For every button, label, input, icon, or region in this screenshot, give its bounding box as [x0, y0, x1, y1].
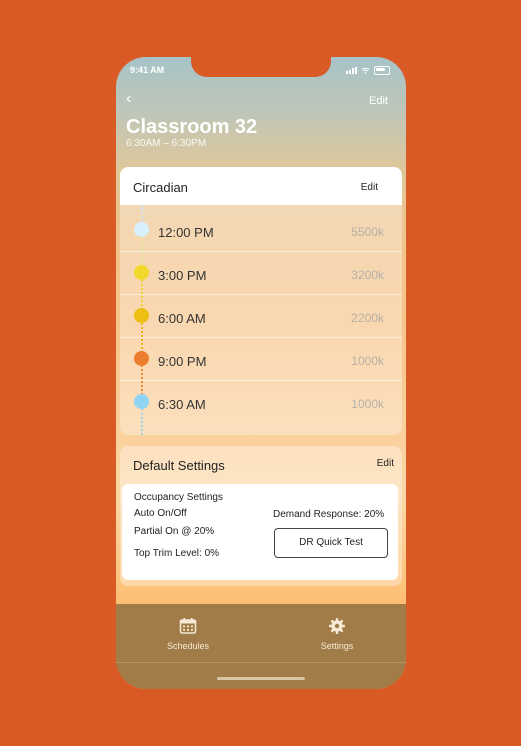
- color-dot: [134, 394, 149, 409]
- auto-on-off: Auto On/Off: [134, 508, 187, 519]
- occupancy-title: Occupancy Settings: [134, 492, 223, 503]
- tab-settings-label: Settings: [320, 641, 354, 651]
- page-subtitle: 6:30AM – 6:30PM: [126, 138, 207, 149]
- circadian-row[interactable]: 6:30 AM 1000k: [120, 380, 402, 423]
- calendar-icon: [179, 618, 197, 634]
- circadian-row[interactable]: 12:00 PM 5500k: [120, 208, 402, 252]
- row-value: 1000k: [351, 354, 384, 368]
- status-icons: [346, 66, 390, 75]
- row-value: 3200k: [351, 268, 384, 282]
- header-edit-button[interactable]: Edit: [369, 95, 388, 107]
- row-value: 5500k: [351, 225, 384, 239]
- tab-bar-divider: [116, 662, 406, 663]
- page-title: Classroom 32: [126, 116, 258, 138]
- row-time: 6:00 AM: [158, 311, 206, 326]
- tab-settings[interactable]: Settings: [287, 617, 387, 651]
- tab-schedules-label: Schedules: [166, 641, 210, 651]
- default-settings-edit-button[interactable]: Edit: [377, 458, 394, 469]
- dr-quick-test-button[interactable]: DR Quick Test: [274, 528, 388, 558]
- battery-icon: [374, 66, 390, 75]
- top-trim-level: Top Trim Level: 0%: [134, 548, 220, 559]
- circadian-header: Circadian Edit: [120, 167, 402, 205]
- circadian-title: Circadian: [133, 180, 188, 195]
- circadian-card: Circadian Edit 12:00 PM 5500k 3:00 PM 32…: [120, 167, 402, 435]
- circadian-row[interactable]: 9:00 PM 1000k: [120, 337, 402, 381]
- color-dot: [134, 222, 149, 237]
- partial-on: Partial On @ 20%: [134, 526, 215, 537]
- row-time: 9:00 PM: [158, 354, 207, 369]
- default-settings-card: Default Settings Edit Occupancy Settings…: [120, 446, 402, 586]
- status-time: 9:41 AM: [130, 65, 165, 75]
- occupancy-panel: Occupancy Settings Auto On/Off Partial O…: [122, 484, 398, 580]
- row-time: 12:00 PM: [158, 225, 214, 240]
- home-indicator: [217, 677, 305, 680]
- demand-response: Demand Response: 20%: [273, 509, 385, 520]
- circadian-edit-button[interactable]: Edit: [361, 182, 378, 193]
- signal-icon: [346, 67, 357, 74]
- row-value: 1000k: [351, 397, 384, 411]
- color-dot: [134, 308, 149, 323]
- circadian-row[interactable]: 6:00 AM 2200k: [120, 294, 402, 338]
- row-time: 3:00 PM: [158, 268, 207, 283]
- row-value: 2200k: [351, 311, 384, 325]
- row-time: 6:30 AM: [158, 397, 206, 412]
- wifi-icon: [361, 67, 370, 74]
- default-settings-title: Default Settings: [133, 458, 225, 473]
- phone-screen: 9:41 AM ‹ Edit Classroom 32 6:30AM – 6:3…: [116, 57, 406, 689]
- color-dot: [134, 265, 149, 280]
- circadian-timeline: 12:00 PM 5500k 3:00 PM 3200k 6:00 AM 220…: [120, 205, 402, 435]
- tab-bar: Schedules Settings: [116, 604, 406, 689]
- back-button[interactable]: ‹: [126, 90, 131, 108]
- gear-icon: [329, 618, 345, 634]
- circadian-row[interactable]: 3:00 PM 3200k: [120, 251, 402, 295]
- color-dot: [134, 351, 149, 366]
- status-bar: 9:41 AM: [116, 65, 406, 79]
- tab-schedules[interactable]: Schedules: [138, 617, 238, 651]
